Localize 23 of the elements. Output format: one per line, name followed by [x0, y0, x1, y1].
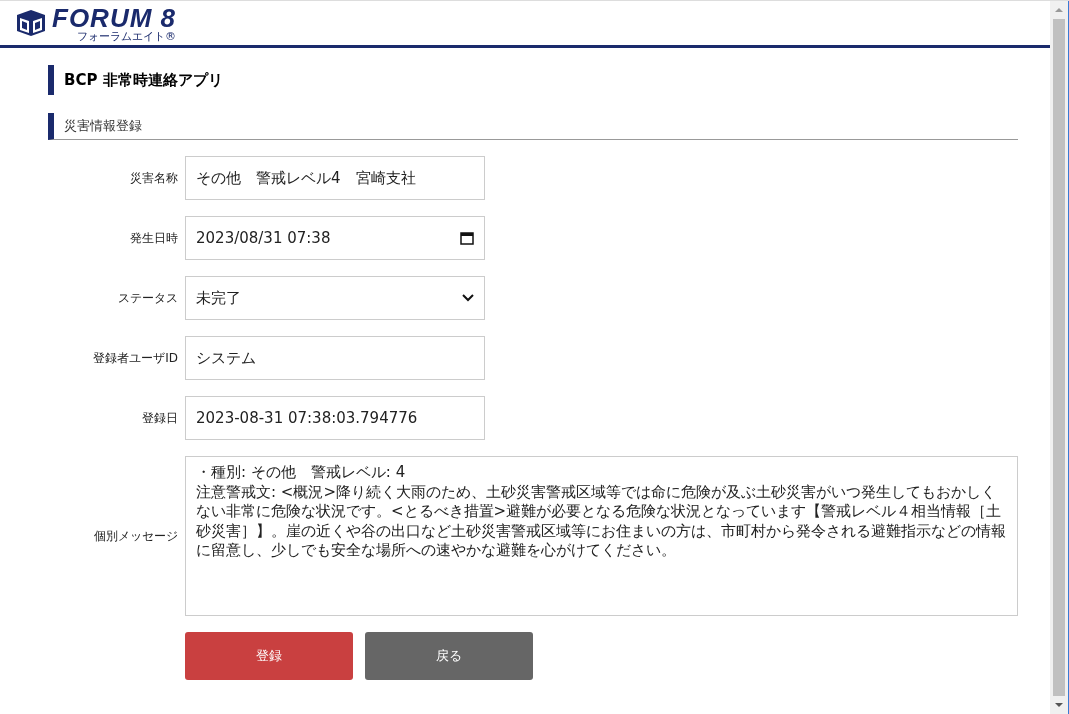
field-label: 個別メッセージ: [93, 527, 179, 545]
field-label: 登録者ユーザID: [92, 349, 179, 367]
field-label: 登録日: [141, 409, 179, 427]
text-field[interactable]: その他 警戒レベル4 宮崎支社: [185, 156, 485, 200]
register-button[interactable]: 登録: [185, 632, 353, 680]
field-label: 災害名称: [129, 169, 179, 187]
page-title: BCP 非常時連絡アプリ: [48, 65, 1018, 95]
scroll-down-icon[interactable]: [1055, 703, 1063, 707]
text-field[interactable]: システム: [185, 336, 485, 380]
message-textarea[interactable]: ・種別: その他 警戒レベル: 4 注意警戒文: <概況>降り続く大雨のため、土砂災害警戒区域等では命に危険が及ぶ土砂災害がいつ発生してもおかしくない非常に危険な状況です。<とるべき措置>避難が必要となる危険な状況となっています【警戒レベル４相当情報［土砂災害］】。崖の近くや谷の出口など土砂災害警戒区域等にお住まいの方は、市町村から発令される避難指示などの情報に留意し、少しでも安全な場所への速やかな避難を心がけてください。: [185, 456, 1018, 616]
text-field[interactable]: 2023-08-31 07:38:03.794776: [185, 396, 485, 440]
chevron-down-icon: [462, 294, 474, 302]
status-dropdown[interactable]: 未完了: [185, 276, 485, 320]
field-label: 発生日時: [129, 229, 179, 247]
calendar-icon[interactable]: [460, 231, 474, 245]
scroll-up-icon[interactable]: [1055, 8, 1063, 12]
logo-text: FORUM 8: [52, 4, 176, 31]
section-title: 災害情報登録: [48, 113, 1018, 140]
back-button[interactable]: 戻る: [365, 632, 533, 680]
field-label: ステータス: [117, 289, 179, 307]
cube-logo-icon: [16, 9, 46, 37]
datetime-field[interactable]: 2023/08/31 07:38: [185, 216, 485, 260]
logo-subtext: フォーラムエイト®: [77, 30, 176, 42]
